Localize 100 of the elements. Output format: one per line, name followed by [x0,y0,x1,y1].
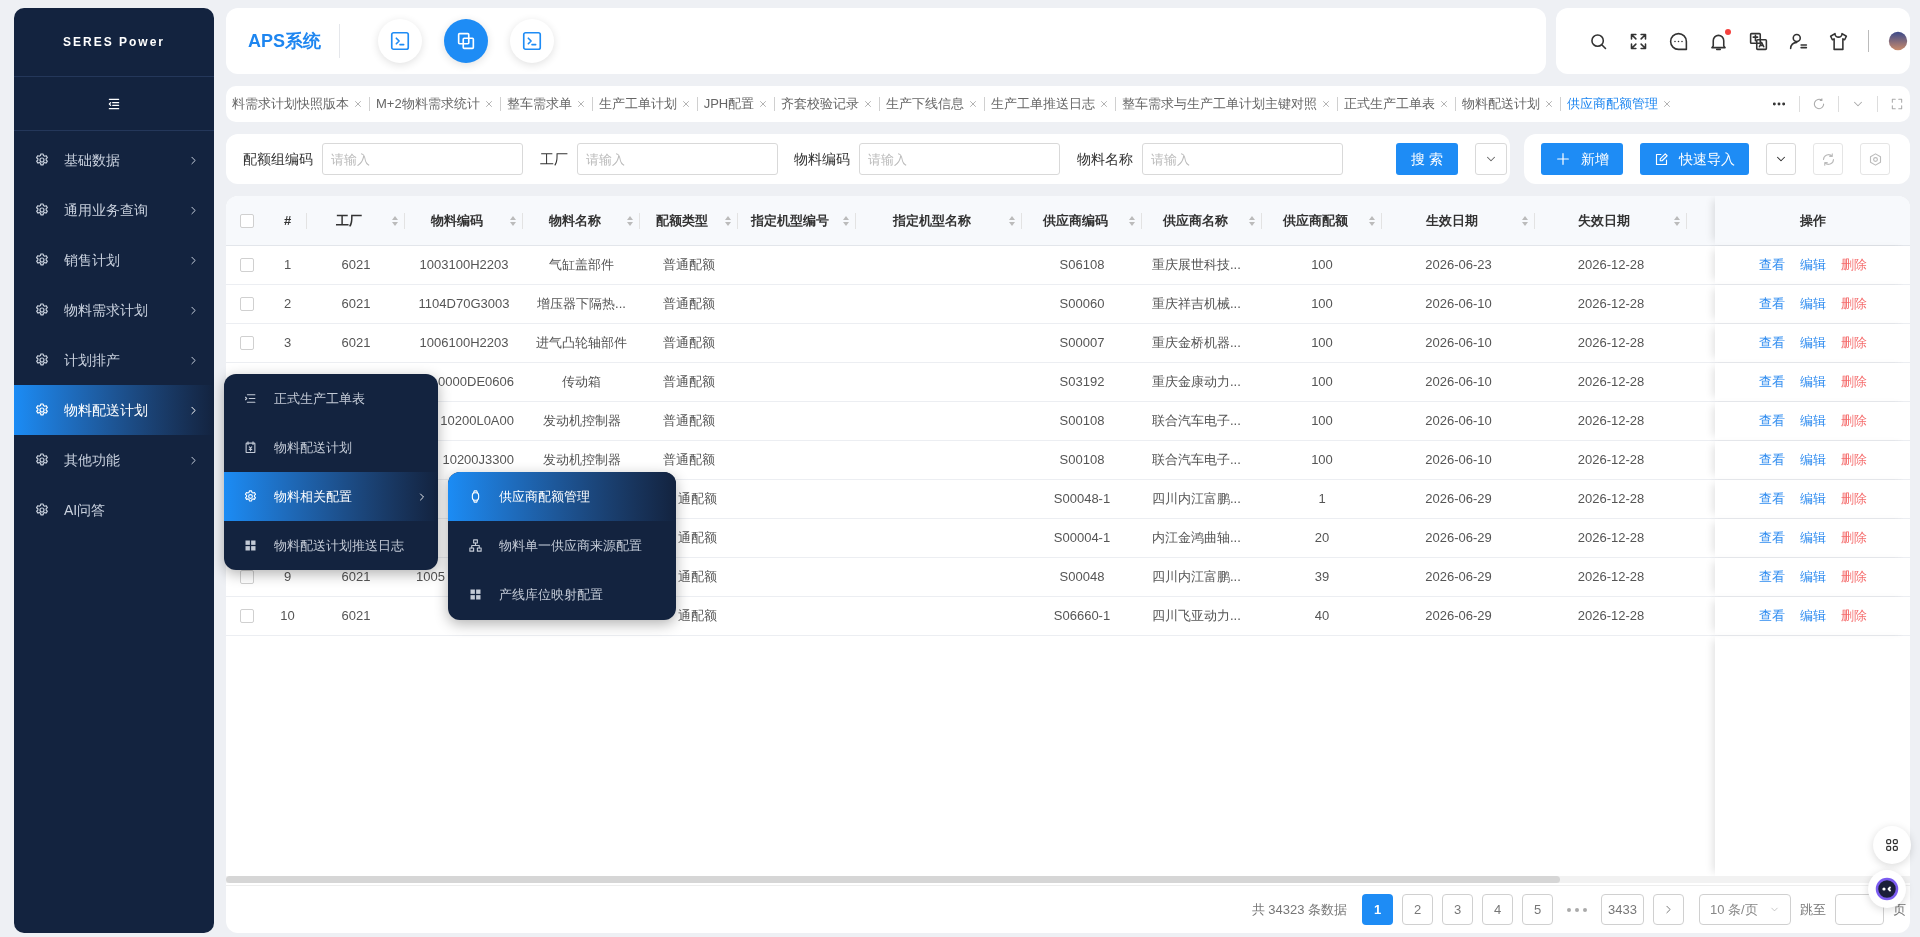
tab[interactable]: 生产下线信息 [880,94,985,114]
action-link[interactable]: 编辑 [1799,255,1826,275]
menu-item[interactable]: 供应商配额管理 [448,472,676,521]
delete-link[interactable]: 删除 [1840,294,1867,314]
close-icon[interactable] [1662,99,1673,109]
action-link[interactable]: 查看 [1758,333,1785,353]
action-link[interactable]: 编辑 [1799,333,1826,353]
close-icon[interactable] [1099,99,1110,109]
avatar-icon[interactable] [1888,31,1908,51]
delete-link[interactable]: 删除 [1840,606,1867,626]
action-link[interactable]: 查看 [1758,489,1785,509]
expand-button[interactable] [1474,143,1507,175]
sort-icon[interactable] [1673,214,1681,227]
delete-link[interactable]: 删除 [1840,450,1867,470]
action-link[interactable]: 编辑 [1799,372,1826,392]
action-link[interactable]: 查看 [1758,450,1785,470]
delete-link[interactable]: 删除 [1840,411,1867,431]
page-button[interactable]: 2 [1402,894,1434,925]
tab[interactable]: 整车需求单 [500,94,592,114]
column-header[interactable]: 生效日期 [1382,210,1521,231]
refresh-button[interactable] [1813,143,1843,175]
app-switch-button[interactable] [444,19,488,63]
input-field[interactable]: 请输入 [1142,143,1343,175]
sort-icon[interactable] [1128,214,1136,227]
action-link[interactable]: 查看 [1758,411,1785,431]
ellipsis-icon[interactable] [1566,905,1589,914]
chat-icon[interactable] [1668,30,1689,52]
sort-icon[interactable] [724,214,732,227]
translate-icon[interactable] [1748,30,1769,52]
column-header[interactable]: 失效日期 [1535,210,1673,231]
menu-item[interactable]: 正式生产工单表 [224,374,438,423]
delete-link[interactable]: 删除 [1840,489,1867,509]
action-link[interactable]: 查看 [1758,528,1785,548]
search-button[interactable]: 搜 索 [1396,143,1458,175]
close-icon[interactable] [575,99,586,109]
sidebar-item[interactable]: 物料需求计划 [14,285,214,335]
close-icon[interactable] [680,99,691,109]
delete-link[interactable]: 删除 [1840,528,1867,548]
checkbox[interactable] [240,609,254,623]
input-field[interactable]: 请输入 [859,143,1060,175]
page-button[interactable]: 3 [1442,894,1474,925]
page-button[interactable]: 3433 [1601,894,1644,925]
settings-button[interactable] [1860,143,1890,175]
delete-link[interactable]: 删除 [1840,372,1867,392]
action-link[interactable]: 编辑 [1799,489,1826,509]
sort-icon[interactable] [842,214,850,227]
add-button[interactable]: 新增 [1541,143,1623,175]
refresh-icon[interactable] [1812,97,1826,111]
close-icon[interactable] [483,99,494,109]
menu-item[interactable]: 产线库位映射配置 [448,570,676,619]
tab[interactable]: 生产工单计划 [592,94,697,114]
sort-icon[interactable] [626,214,634,227]
sort-icon[interactable] [1368,214,1376,227]
sidebar-item[interactable]: AI问答 [14,485,214,535]
close-icon[interactable] [353,99,363,109]
action-link[interactable]: 编辑 [1799,411,1826,431]
delete-link[interactable]: 删除 [1840,567,1867,587]
column-header[interactable]: 供应商名称 [1142,210,1248,231]
checkbox[interactable] [240,570,254,584]
action-link[interactable]: 编辑 [1799,567,1826,587]
delete-link[interactable]: 删除 [1840,333,1867,353]
close-icon[interactable] [1439,99,1450,109]
action-link[interactable]: 查看 [1758,567,1785,587]
scrollbar-thumb[interactable] [226,876,1560,883]
tab[interactable]: 料需求计划快照版本 [226,94,369,114]
tab[interactable]: JPH配置 [697,94,775,114]
action-link[interactable]: 编辑 [1799,606,1826,626]
action-link[interactable]: 查看 [1758,606,1785,626]
input-field[interactable]: 请输入 [577,143,778,175]
checkbox[interactable] [240,297,254,311]
action-link[interactable]: 编辑 [1799,528,1826,548]
close-icon[interactable] [968,99,979,109]
column-header[interactable]: 物料编码 [405,210,509,231]
close-icon[interactable] [863,99,874,109]
t-shirt-icon[interactable] [1828,30,1849,52]
sort-icon[interactable] [1521,214,1529,227]
action-link[interactable]: 编辑 [1799,450,1826,470]
tab[interactable]: 生产工单推送日志 [985,94,1116,114]
column-header[interactable]: 配额类型 [640,210,724,231]
page-button[interactable]: 5 [1522,894,1554,925]
page-button[interactable]: 4 [1482,894,1514,925]
import-button[interactable]: 快速导入 [1640,143,1749,175]
input-field[interactable]: 请输入 [322,143,523,175]
action-link[interactable]: 查看 [1758,255,1785,275]
app-switch-button[interactable] [510,19,554,63]
action-link[interactable]: 编辑 [1799,294,1826,314]
menu-item[interactable]: 物料配送计划推送日志 [224,521,438,570]
sidebar-item[interactable]: 通用业务查询 [14,185,214,235]
menu-item[interactable]: 物料相关配置 [224,472,438,521]
column-header[interactable]: 供应商配额 [1262,210,1368,231]
column-header[interactable]: 指定机型编号 [738,210,842,231]
sidebar-item[interactable]: 基础数据 [14,135,214,185]
tab[interactable]: 整车需求与生产工单计划主键对照 [1116,94,1338,114]
sort-icon[interactable] [391,214,399,227]
tab[interactable]: 正式生产工单表 [1338,94,1456,114]
column-header[interactable]: 工厂 [307,210,391,231]
page-button[interactable]: 1 [1362,894,1394,925]
close-icon[interactable] [758,99,769,109]
column-header[interactable]: 物料名称 [523,210,626,231]
tab[interactable]: 齐套校验记录 [775,94,880,114]
